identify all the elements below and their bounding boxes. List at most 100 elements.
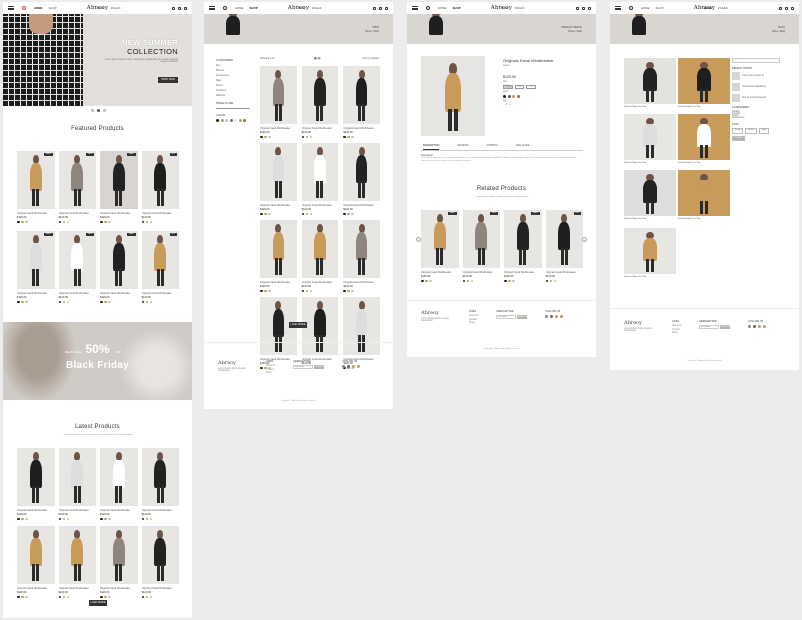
tag[interactable]: Shoes: [745, 128, 757, 134]
product-card[interactable]: Originals Kaval Windbreaker $120.00: [141, 526, 179, 598]
swatch[interactable]: [141, 517, 144, 520]
swatch[interactable]: [66, 300, 69, 303]
product-card[interactable]: HOT Originals Kaval Windbreaker $120.00: [141, 151, 179, 223]
swatch[interactable]: [512, 279, 515, 282]
blog-post-title[interactable]: Fashion Blog Post Title: [624, 162, 646, 164]
swatch[interactable]: [149, 300, 152, 303]
swatch[interactable]: [343, 135, 346, 138]
product-image[interactable]: [343, 143, 380, 201]
product-image[interactable]: [17, 526, 55, 584]
menu-icon[interactable]: [8, 6, 14, 10]
newsletter-email-input[interactable]: [496, 315, 517, 319]
swatch[interactable]: [62, 517, 65, 520]
facebook-icon[interactable]: [748, 325, 752, 328]
swatch[interactable]: [21, 220, 24, 223]
size-option[interactable]: S: [503, 85, 513, 89]
product-main-image[interactable]: [421, 56, 485, 136]
product-card[interactable]: Originals Kaval Windbreaker $120.00: [260, 143, 297, 215]
swatch[interactable]: [141, 595, 144, 598]
size-option[interactable]: L: [526, 85, 536, 89]
color-swatch[interactable]: [243, 119, 246, 122]
blog-post-title[interactable]: Fashion Blog Post Title: [624, 276, 646, 278]
category-item[interactable]: Men: [216, 64, 250, 67]
swatch[interactable]: [553, 279, 556, 282]
tab-description[interactable]: DESCRIPTION: [423, 144, 440, 150]
product-card[interactable]: Originals Kaval Windbreaker $120.00: [100, 448, 138, 520]
nav-pages[interactable]: PAGES: [312, 7, 322, 10]
load-more-button[interactable]: LOAD MORE: [289, 322, 307, 328]
product-image[interactable]: NEW: [58, 231, 96, 289]
footer-link[interactable]: About Us: [672, 325, 681, 327]
brand-logo[interactable]: Abreoy: [87, 5, 109, 11]
swatch[interactable]: [25, 595, 28, 598]
swatch[interactable]: [104, 300, 107, 303]
product-card[interactable]: NEW Originals Kaval Windbreaker $120.00: [462, 210, 500, 282]
product-name[interactable]: Originals Kaval Windbreaker: [302, 127, 339, 130]
instagram-icon[interactable]: [352, 365, 356, 368]
product-card[interactable]: SALE Originals Kaval Windbreaker $120.00: [100, 151, 138, 223]
footer-link[interactable]: Contact: [266, 369, 275, 371]
swatch[interactable]: [268, 135, 271, 138]
tag[interactable]: Dress: [732, 128, 744, 134]
swatch[interactable]: [347, 212, 350, 215]
product-image[interactable]: [260, 143, 297, 201]
swatch[interactable]: [62, 220, 65, 223]
search-icon[interactable]: [223, 6, 227, 10]
swatch[interactable]: [305, 135, 309, 138]
grid-view-icon[interactable]: ▦ ▤: [314, 56, 321, 60]
product-name[interactable]: Originals Kaval Windbreaker: [59, 509, 97, 512]
blog-post-title[interactable]: Fashion Blog Post Title: [678, 218, 700, 220]
tag[interactable]: Bags: [758, 128, 770, 134]
color-swatch[interactable]: [238, 119, 242, 122]
nav-pages[interactable]: PAGES: [111, 7, 121, 10]
product-image[interactable]: SALE: [100, 151, 138, 209]
swatch[interactable]: [17, 220, 20, 223]
product-name[interactable]: Originals Kaval Windbreaker: [100, 292, 138, 295]
menu-icon[interactable]: [615, 6, 621, 10]
heart-icon[interactable]: [582, 6, 585, 10]
product-image[interactable]: SALE: [421, 210, 459, 268]
product-name[interactable]: Originals Kaval Windbreaker: [504, 271, 542, 274]
menu-icon[interactable]: [209, 6, 215, 10]
swatch[interactable]: [264, 135, 267, 138]
product-card[interactable]: SALE Originals Kaval Windbreaker $120.00: [17, 231, 55, 303]
brand-logo[interactable]: Abreoy: [694, 5, 716, 11]
swatch[interactable]: [545, 279, 548, 282]
nav-shop[interactable]: SHOP: [656, 7, 664, 10]
user-icon[interactable]: [779, 6, 782, 10]
swatch[interactable]: [145, 517, 148, 520]
cart-icon[interactable]: [791, 6, 794, 10]
slider-dot-active[interactable]: [97, 109, 100, 112]
swatch[interactable]: [17, 595, 20, 598]
product-image[interactable]: NEW: [462, 210, 500, 268]
user-icon[interactable]: [576, 6, 579, 10]
qty-plus[interactable]: +: [509, 103, 511, 106]
tab-size-guide[interactable]: SIZE GUIDE: [516, 144, 530, 150]
color-option[interactable]: [516, 95, 520, 98]
blog-post-title[interactable]: Fashion Blog Post Title: [678, 162, 700, 164]
swatch[interactable]: [343, 212, 346, 215]
recent-post[interactable]: Sed do eiusmod tempor: [732, 94, 782, 102]
swatch[interactable]: [429, 279, 432, 282]
swatch[interactable]: [149, 517, 152, 520]
footer-logo[interactable]: Abreoy: [421, 310, 451, 316]
blog-post-image[interactable]: [624, 228, 676, 274]
swatch[interactable]: [104, 517, 107, 520]
swatch[interactable]: [21, 517, 24, 520]
swatch[interactable]: [141, 300, 144, 303]
swatch[interactable]: [62, 595, 65, 598]
product-image[interactable]: [58, 448, 96, 506]
product-image[interactable]: SALE: [17, 151, 55, 209]
swatch[interactable]: [305, 289, 309, 292]
product-card[interactable]: SALE Originals Kaval Windbreaker $120.00: [504, 210, 542, 282]
footer-link[interactable]: Contact: [469, 319, 478, 321]
swatch[interactable]: [58, 300, 61, 303]
product-card[interactable]: Originals Kaval Windbreaker $120.00: [301, 66, 339, 138]
product-image[interactable]: [100, 526, 138, 584]
swatch[interactable]: [21, 300, 24, 303]
swatch[interactable]: [343, 289, 346, 292]
swatch[interactable]: [100, 595, 103, 598]
swatch[interactable]: [58, 595, 61, 598]
swatch[interactable]: [108, 220, 111, 223]
nav-home[interactable]: HOME: [438, 7, 447, 10]
